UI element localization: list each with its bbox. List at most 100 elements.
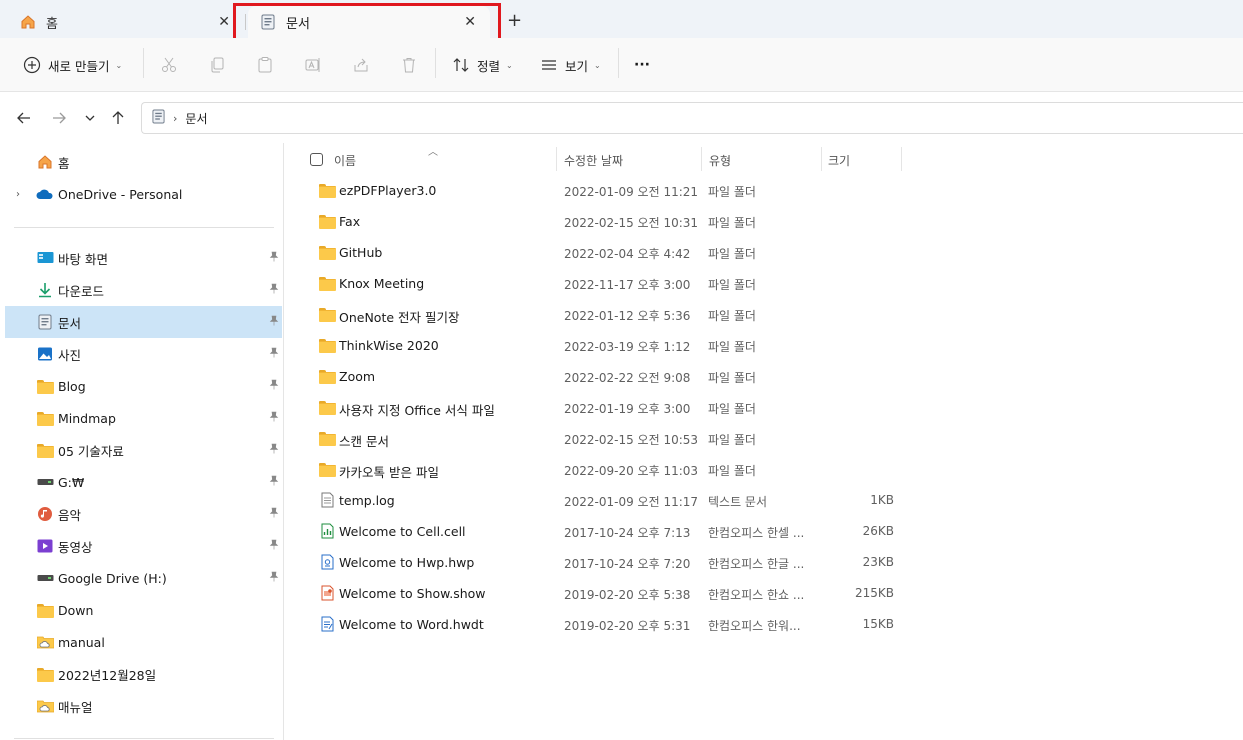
sidebar-item[interactable]: 매뉴얼 xyxy=(5,690,282,722)
file-row[interactable]: OneNote 전자 필기장 2022-01-12 오후 5:36 파일 폴더 xyxy=(311,299,1191,330)
pin-icon[interactable] xyxy=(269,251,279,265)
file-name: Welcome to Word.hwdt xyxy=(339,617,484,632)
pin-icon[interactable] xyxy=(269,283,279,297)
file-modified-date: 2022-01-12 오후 5:36 xyxy=(564,309,691,323)
sidebar-item[interactable]: 바탕 화면 xyxy=(5,242,282,274)
file-row[interactable]: Fax 2022-02-15 오전 10:31 파일 폴더 xyxy=(311,206,1191,237)
paste-button[interactable] xyxy=(255,50,275,80)
file-row[interactable]: GitHub 2022-02-04 오후 4:42 파일 폴더 xyxy=(311,237,1191,268)
file-name: Zoom xyxy=(339,369,376,384)
rename-icon xyxy=(303,55,323,75)
file-row[interactable]: Welcome to Word.hwdt 2019-02-20 오후 5:31 한컴… xyxy=(311,609,1191,640)
pin-icon[interactable] xyxy=(269,571,279,585)
rename-button[interactable] xyxy=(303,50,323,80)
tab-label: 홈 xyxy=(46,16,58,32)
toolbar-divider xyxy=(435,48,436,78)
sidebar-item-home[interactable]: 홈 xyxy=(5,146,282,178)
file-name: temp.log xyxy=(339,493,395,508)
file-name: Fax xyxy=(339,214,361,229)
file-type: 한컴오피스 한쇼 ... xyxy=(708,588,805,602)
file-type: 파일 폴더 xyxy=(708,247,756,261)
delete-button[interactable] xyxy=(399,50,419,80)
pin-icon[interactable] xyxy=(269,539,279,553)
sidebar-item-label: 매뉴얼 xyxy=(58,699,93,715)
file-type: 파일 폴더 xyxy=(708,371,756,385)
file-row[interactable]: temp.log 2022-01-09 오전 11:17 텍스트 문서 1KB xyxy=(311,485,1191,516)
file-modified-date: 2019-02-20 오후 5:31 xyxy=(564,619,691,633)
sidebar-item[interactable]: 음악 xyxy=(5,498,282,530)
file-row[interactable]: 스캔 문서 2022-02-15 오전 10:53 파일 폴더 xyxy=(311,423,1191,454)
chevron-right-icon: › xyxy=(173,111,178,125)
sidebar-item-onedrive[interactable]: › OneDrive - Personal xyxy=(5,178,282,210)
sidebar-item-label: 음악 xyxy=(58,507,82,523)
column-divider[interactable] xyxy=(556,147,557,171)
sidebar-item[interactable]: 다운로드 xyxy=(5,274,282,306)
pin-icon[interactable] xyxy=(269,411,279,425)
forward-button[interactable] xyxy=(49,108,69,128)
cut-button[interactable] xyxy=(159,50,179,80)
breadcrumb-item[interactable]: 문서 xyxy=(185,110,207,127)
sidebar-item[interactable]: Blog xyxy=(5,370,282,402)
column-header-size[interactable]: 크기 xyxy=(828,152,850,169)
file-row[interactable]: Zoom 2022-02-22 오전 9:08 파일 폴더 xyxy=(311,361,1191,392)
view-button[interactable]: 보기 ⌄ xyxy=(539,50,601,80)
sidebar-item[interactable]: 2022년12월28일 xyxy=(5,658,282,690)
file-modified-date: 2022-01-09 오전 11:17 xyxy=(564,495,699,509)
sort-icon xyxy=(451,55,471,75)
share-button[interactable] xyxy=(351,50,371,80)
sidebar-item[interactable]: 동영상 xyxy=(5,530,282,562)
pin-icon[interactable] xyxy=(269,443,279,457)
file-row[interactable]: ezPDFPlayer3.0 2022-01-09 오전 11:21 파일 폴더 xyxy=(311,175,1191,206)
sidebar-item[interactable]: Mindmap xyxy=(5,402,282,434)
sidebar-item[interactable]: 문서 xyxy=(5,306,282,338)
more-options-button[interactable]: ··· xyxy=(634,50,650,80)
file-row[interactable]: 카카오톡 받은 파일 2022-09-20 오후 11:03 파일 폴더 xyxy=(311,454,1191,485)
column-header-date[interactable]: 수정한 날짜 xyxy=(564,152,623,169)
column-divider[interactable] xyxy=(701,147,702,171)
select-all-checkbox[interactable] xyxy=(310,153,323,166)
file-row[interactable]: Welcome to Show.show 2019-02-20 오후 5:38 한컴… xyxy=(311,578,1191,609)
file-row[interactable]: Knox Meeting 2022-11-17 오후 3:00 파일 폴더 xyxy=(311,268,1191,299)
recent-locations-button[interactable] xyxy=(80,108,100,128)
file-modified-date: 2019-02-20 오후 5:38 xyxy=(564,588,691,602)
close-icon[interactable]: ✕ xyxy=(218,14,230,30)
column-divider[interactable] xyxy=(901,147,902,171)
file-row[interactable]: 사용자 지정 Office 서식 파일 2022-01-19 오후 3:00 파일 … xyxy=(311,392,1191,423)
sidebar-item[interactable]: 사진 xyxy=(5,338,282,370)
tab-home[interactable]: 홈 ✕ xyxy=(8,6,244,38)
new-tab-button[interactable]: + xyxy=(507,10,522,31)
file-name: ezPDFPlayer3.0 xyxy=(339,183,437,198)
back-button[interactable] xyxy=(14,108,34,128)
address-bar[interactable]: › 문서 xyxy=(141,102,1243,134)
column-divider[interactable] xyxy=(821,147,822,171)
sort-button[interactable]: 정렬 ⌄ xyxy=(451,50,513,80)
sidebar-item[interactable]: manual xyxy=(5,626,282,658)
pin-icon[interactable] xyxy=(269,315,279,329)
command-bar xyxy=(0,38,1243,92)
hwp-file-icon xyxy=(318,553,336,571)
file-row[interactable]: ThinkWise 2020 2022-03-19 오후 1:12 파일 폴더 xyxy=(311,330,1191,361)
sidebar-item[interactable]: Google Drive (H:) xyxy=(5,562,282,594)
cloud-folder-icon xyxy=(36,697,54,715)
sidebar-item[interactable]: Down xyxy=(5,594,282,626)
file-row[interactable]: Welcome to Hwp.hwp 2017-10-24 오후 7:20 한컴오피… xyxy=(311,547,1191,578)
pin-icon[interactable] xyxy=(269,347,279,361)
sidebar-item-label: Google Drive (H:) xyxy=(58,570,167,586)
chevron-right-icon[interactable]: › xyxy=(16,189,20,200)
sidebar-item[interactable]: 05 기술자료 xyxy=(5,434,282,466)
new-button[interactable]: 새로 만들기 ⌄ xyxy=(22,50,122,80)
pin-icon[interactable] xyxy=(269,507,279,521)
copy-button[interactable] xyxy=(207,50,227,80)
scissors-icon xyxy=(159,55,179,75)
pin-icon[interactable] xyxy=(269,379,279,393)
pin-icon[interactable] xyxy=(269,475,279,489)
chevron-down-icon: ⌄ xyxy=(506,60,513,70)
column-header-type[interactable]: 유형 xyxy=(709,152,731,169)
up-button[interactable] xyxy=(108,108,128,128)
share-icon xyxy=(351,55,371,75)
sidebar-item[interactable]: G:₩ xyxy=(5,466,282,498)
column-header-name[interactable]: 이름 xyxy=(334,152,356,169)
file-row[interactable]: Welcome to Cell.cell 2017-10-24 오후 7:13 한컴… xyxy=(311,516,1191,547)
folder-icon xyxy=(36,441,54,459)
folder-icon xyxy=(318,212,336,230)
